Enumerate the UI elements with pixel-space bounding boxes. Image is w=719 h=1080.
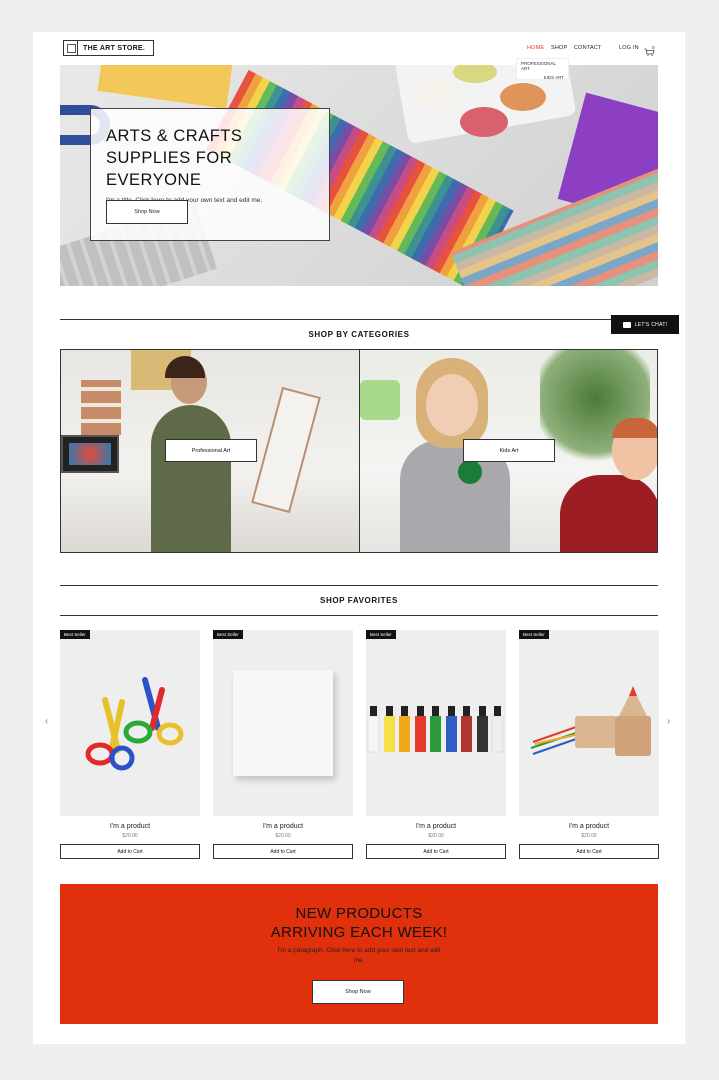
chat-bubble-icon (622, 321, 631, 328)
category-label-professional-art[interactable]: Professional Art (165, 439, 257, 462)
product-image-scissors[interactable]: Best Seller (60, 630, 200, 816)
scissors-icon (85, 677, 184, 771)
divider (60, 319, 658, 320)
nav-contact[interactable]: CONTACT (574, 45, 602, 51)
logo-mark-icon (64, 41, 78, 55)
divider (60, 585, 658, 586)
blank-canvas (233, 670, 333, 776)
best-seller-badge: Best Seller (213, 630, 243, 639)
site-logo[interactable]: THE ART STORE. (63, 40, 154, 56)
best-seller-badge: Best Seller (60, 630, 90, 639)
shop-dropdown-menu: PROFESSIONAL ART KIDS ART (516, 58, 569, 80)
page: THE ART STORE. HOME SHOP CONTACT LOG IN … (33, 32, 685, 1044)
product-card[interactable]: Best Seller I'm a product $20.00 Add to … (519, 630, 659, 859)
easel-canvas (251, 386, 321, 514)
add-to-cart-button[interactable]: Add to Cart (213, 844, 353, 859)
dropdown-item-kids-art[interactable]: KIDS ART (517, 73, 568, 82)
product-price: $20.00 (428, 833, 444, 839)
product-image-canvas[interactable]: Best Seller (213, 630, 353, 816)
hero-title: ARTS & CRAFTS SUPPLIES FOR EVERYONE (106, 127, 243, 189)
login-link[interactable]: LOG IN (619, 45, 639, 51)
paint-pink (460, 107, 508, 137)
artist-figure (151, 405, 231, 552)
best-seller-badge: Best Seller (366, 630, 396, 639)
toy (360, 380, 400, 420)
product-card[interactable]: Best Seller I'm a product $20.00 Add to … (366, 630, 506, 859)
category-kids-art[interactable]: Kids Art (359, 349, 658, 553)
chevron-left-icon[interactable]: ‹ (45, 716, 48, 727)
divider (60, 615, 658, 616)
category-label-kids-art[interactable]: Kids Art (463, 439, 555, 462)
hero-banner: ARTS & CRAFTS SUPPLIES FOR EVERYONE I'm … (60, 65, 658, 286)
product-image-paint-tubes[interactable]: Best Seller (366, 630, 506, 816)
product-name[interactable]: I'm a product (60, 823, 200, 830)
monitor (61, 435, 119, 473)
product-price: $20.00 (581, 833, 597, 839)
product-name[interactable]: I'm a product (519, 823, 659, 830)
green-paint-jar (458, 460, 482, 484)
paper-yellow (97, 65, 233, 109)
best-seller-badge: Best Seller (519, 630, 549, 639)
product-price: $20.00 (275, 833, 291, 839)
girl-face (426, 374, 478, 436)
promo-text: I'm a paragraph. Click here to add your … (277, 947, 441, 964)
logo-text: THE ART STORE. (83, 44, 146, 52)
product-card[interactable]: Best Seller I'm a product $20.00 Add to … (213, 630, 353, 859)
add-to-cart-button[interactable]: Add to Cart (60, 844, 200, 859)
add-to-cart-button[interactable]: Add to Cart (519, 844, 659, 859)
favorites-title: SHOP FAVORITES (320, 596, 398, 605)
cart-count: 0 (652, 45, 655, 50)
chat-label: LET'S CHAT! (634, 321, 668, 328)
paint-orange (500, 83, 546, 111)
product-name[interactable]: I'm a product (366, 823, 506, 830)
chat-button[interactable]: LET'S CHAT! (611, 315, 679, 334)
boy-body (560, 475, 657, 552)
hero-shop-now-button[interactable]: Shop Now (106, 200, 188, 224)
wall-photos (81, 380, 121, 435)
paint-tubes-icon (367, 706, 504, 753)
add-to-cart-button[interactable]: Add to Cart (366, 844, 506, 859)
promo-shop-now-button[interactable]: Shop Now (312, 980, 404, 1004)
product-price: $20.00 (122, 833, 138, 839)
chevron-right-icon[interactable]: › (667, 716, 670, 727)
promo-title-line1: NEW PRODUCTS (295, 905, 423, 922)
product-card[interactable]: Best Seller I'm a product $20.00 Add to … (60, 630, 200, 859)
dropdown-item-professional-art[interactable]: PROFESSIONAL ART (517, 59, 568, 73)
pencil-case-icon (530, 686, 651, 756)
product-image-pencil-case[interactable]: Best Seller (519, 630, 659, 816)
nav-shop[interactable]: SHOP (551, 45, 567, 51)
product-name[interactable]: I'm a product (213, 823, 353, 830)
hero-textbox: ARTS & CRAFTS SUPPLIES FOR EVERYONE I'm … (90, 108, 330, 241)
promo-banner: NEW PRODUCTS ARRIVING EACH WEEK! I'm a p… (60, 884, 658, 1024)
categories-title: SHOP BY CATEGORIES (308, 330, 410, 339)
nav-home[interactable]: HOME (527, 45, 544, 51)
paint-white (415, 79, 459, 109)
promo-title-line2: ARRIVING EACH WEEK! (270, 924, 448, 941)
category-professional-art[interactable]: Professional Art (60, 349, 360, 553)
